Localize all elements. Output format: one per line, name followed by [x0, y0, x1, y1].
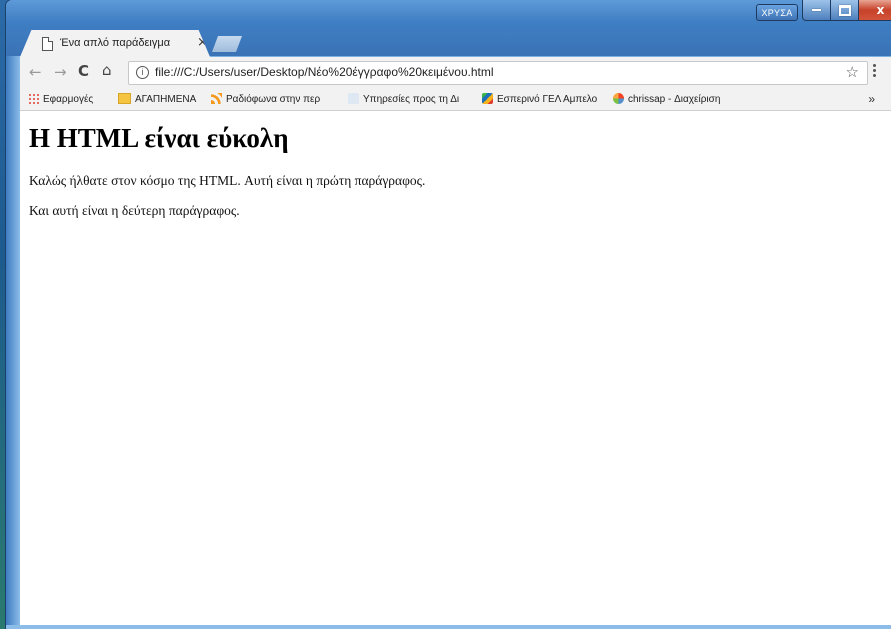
folder-icon — [118, 93, 131, 104]
bookmark-services[interactable]: Υπηρεσίες προς τη Δι — [348, 93, 459, 105]
minimize-button[interactable] — [802, 0, 831, 21]
bookmark-apps[interactable]: Εφαρμογές — [28, 93, 93, 105]
home-icon[interactable]: ⌂ — [102, 61, 112, 79]
radio-icon — [211, 93, 222, 104]
maximize-button[interactable] — [830, 0, 859, 21]
reload-icon[interactable]: C — [78, 62, 89, 80]
document-icon — [42, 37, 53, 51]
bookmark-school[interactable]: Εσπερινό ΓΕΛ Αμπελο — [482, 93, 597, 105]
close-window-button[interactable]: x — [858, 0, 891, 21]
language-indicator[interactable]: ΧΡΥΣΑ — [756, 4, 798, 21]
window-left-frame — [6, 56, 20, 629]
bookmark-radio[interactable]: Ραδιόφωνα στην περ — [211, 93, 320, 105]
joomla-icon — [613, 93, 624, 104]
window-bottom-frame — [6, 625, 891, 629]
bookmark-star-icon[interactable]: ☆ — [846, 63, 859, 81]
gov-icon — [348, 93, 359, 104]
back-arrow-icon[interactable]: ← — [29, 63, 42, 81]
more-bookmarks-icon[interactable]: » — [868, 92, 875, 106]
paragraph-1: Καλώς ήλθατε στον κόσμο της HTML. Αυτή ε… — [29, 173, 426, 188]
browser-toolbar: ← → C ⌂ i file:///C:/Users/user/Desktop/… — [20, 57, 891, 89]
maximize-icon — [838, 4, 851, 16]
paragraph-2: Και αυτή είναι η δεύτερη παράγραφος. — [29, 203, 240, 218]
page-content: Η HTML είναι εύκολη Καλώς ήλθατε στον κό… — [20, 111, 891, 625]
close-icon: x — [876, 3, 885, 17]
apps-grid-icon — [28, 93, 39, 104]
address-bar[interactable]: i file:///C:/Users/user/Desktop/Νέο%20έγ… — [128, 61, 868, 85]
info-icon[interactable]: i — [136, 66, 149, 79]
page-heading: Η HTML είναι εύκολη — [29, 123, 289, 153]
tab-active[interactable]: Ένα απλό παράδειγμα × — [20, 30, 210, 57]
menu-kebab-icon[interactable] — [873, 62, 879, 79]
bookmarks-bar: Εφαρμογές ΑΓΑΠΗΜΕΝΑ Ραδιόφωνα στην περ Υ… — [20, 89, 891, 111]
tab-title: Ένα απλό παράδειγμα — [60, 37, 171, 49]
bookmark-folder-favorites[interactable]: ΑΓΑΠΗΜΕΝΑ — [118, 93, 196, 105]
school-icon — [482, 93, 493, 104]
url-text[interactable]: file:///C:/Users/user/Desktop/Νέο%20έγγρ… — [155, 65, 494, 79]
forward-arrow-icon[interactable]: → — [54, 63, 67, 81]
bookmark-chrissap[interactable]: chrissap - Διαχείριση — [613, 93, 720, 105]
minimize-icon — [812, 9, 821, 11]
